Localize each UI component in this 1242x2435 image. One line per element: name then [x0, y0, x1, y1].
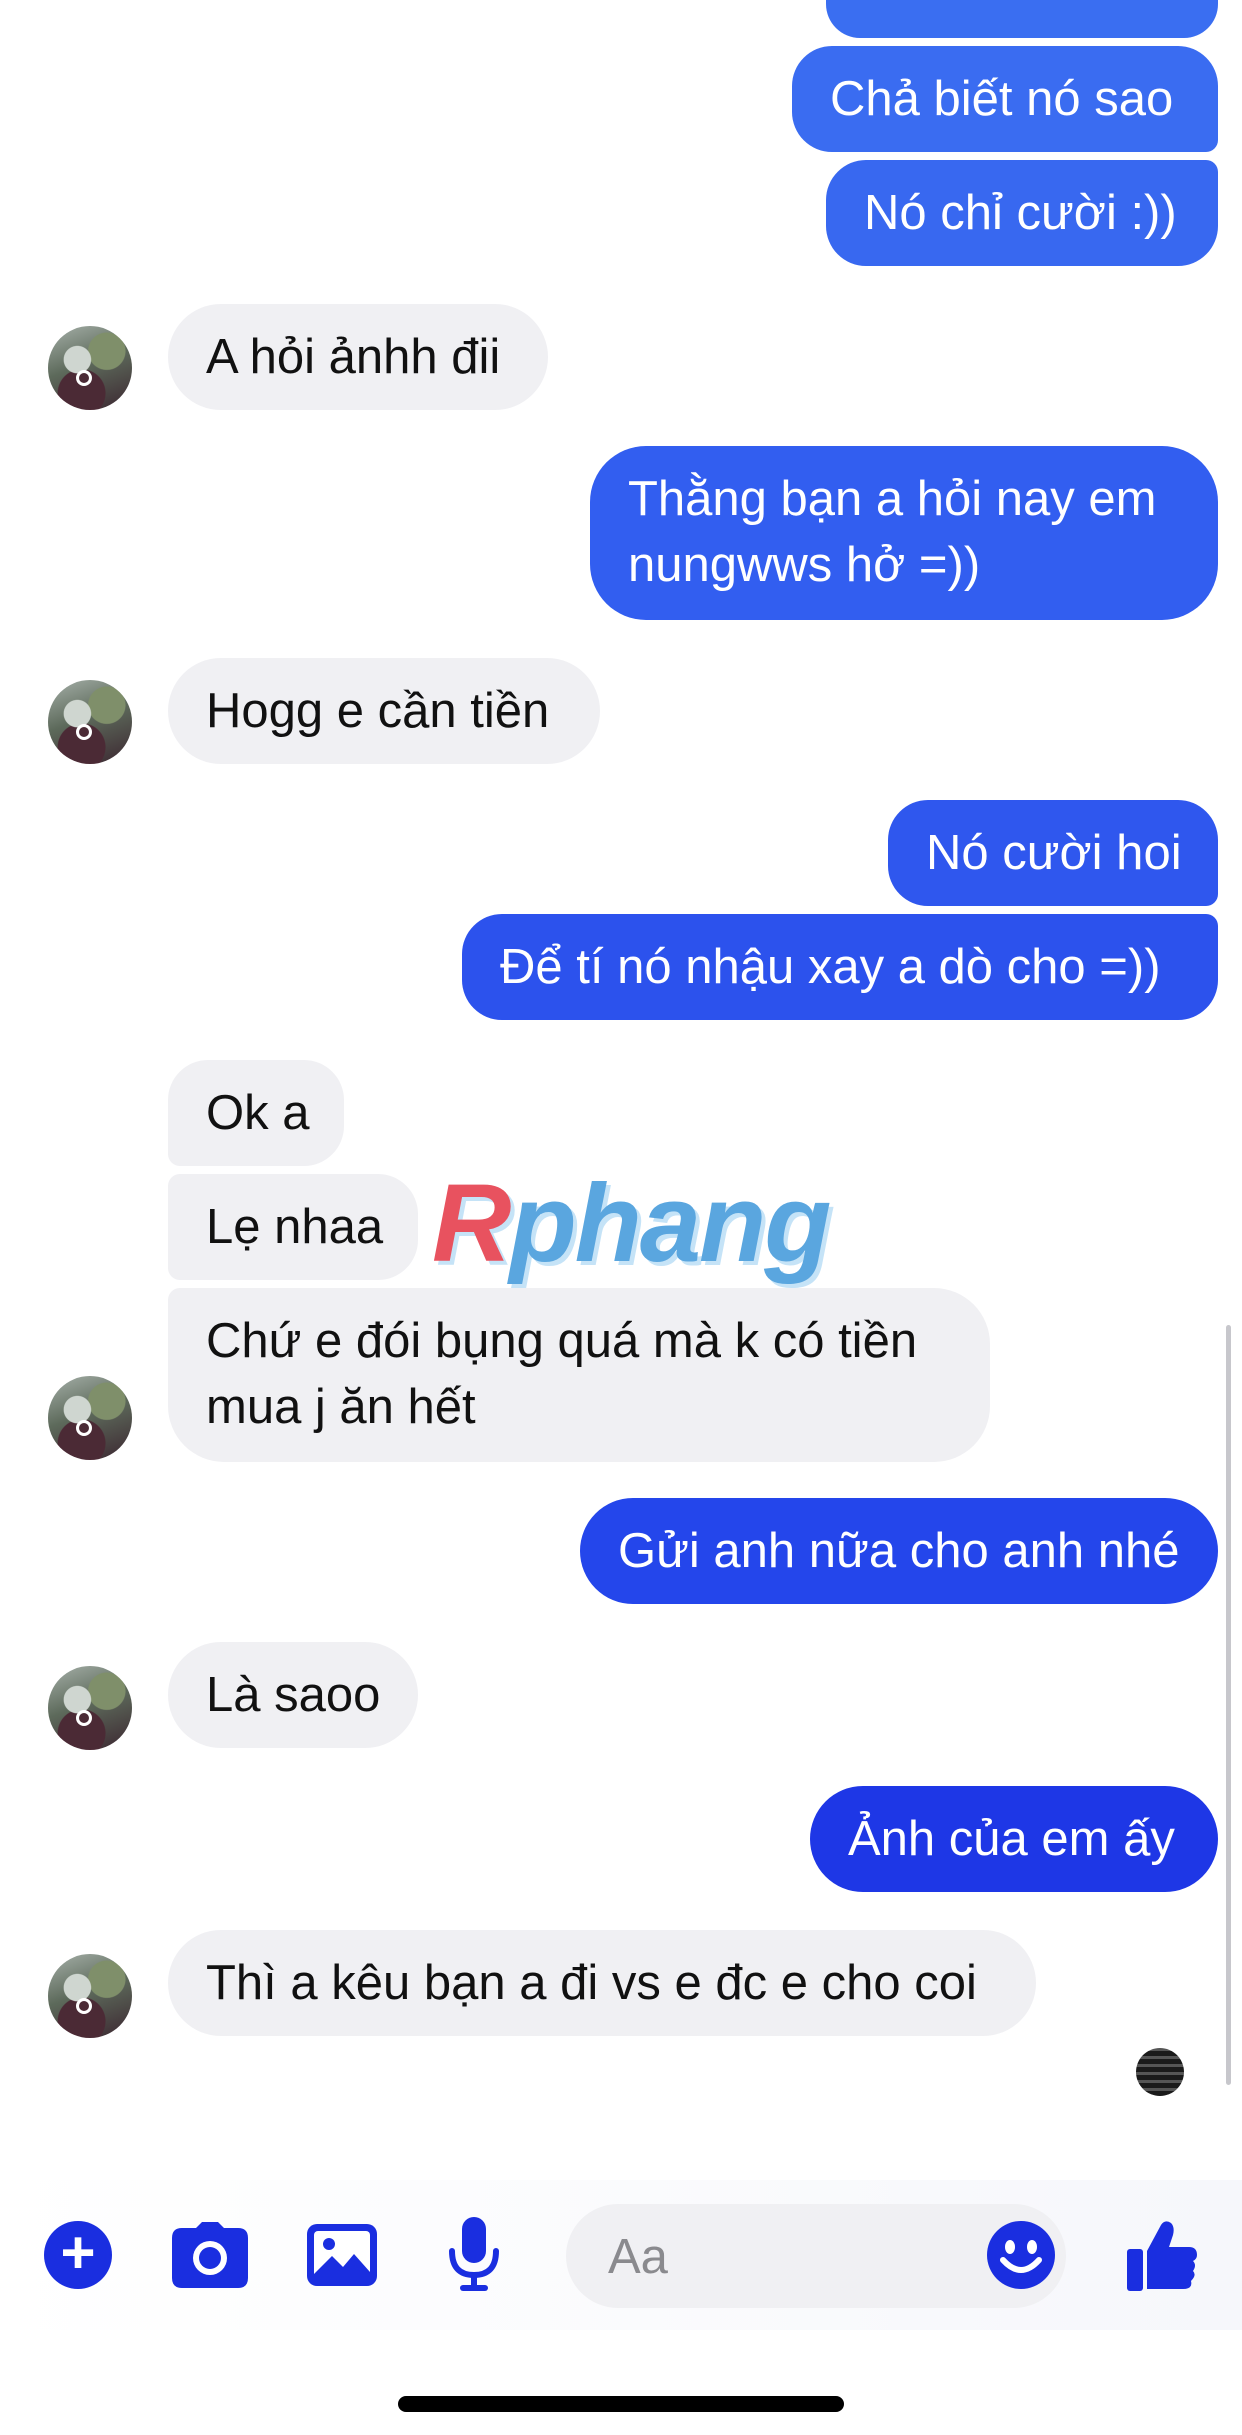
message-bubble-outgoing[interactable]: Thằng bạn a hỏi nay em nungwws hở =)): [590, 446, 1218, 620]
message-bubble-clipped[interactable]: [826, 0, 1218, 38]
contact-avatar[interactable]: [48, 1666, 132, 1750]
voice-button[interactable]: [434, 2215, 514, 2295]
plus-icon: +: [44, 2221, 112, 2289]
like-button[interactable]: [1122, 2215, 1202, 2295]
message-bubble-incoming[interactable]: Là saoo: [168, 1642, 418, 1748]
watermark-logo: Rphang: [432, 1162, 831, 1285]
microphone-icon: [449, 2217, 499, 2291]
message-line: Thằng bạn a hỏi nay em: [628, 472, 1157, 526]
message-bubble-incoming[interactable]: Lẹ nhaa: [168, 1174, 418, 1280]
gallery-button[interactable]: [302, 2215, 382, 2295]
contact-avatar[interactable]: [48, 1954, 132, 2038]
contact-avatar[interactable]: [48, 1376, 132, 1460]
scrollbar[interactable]: [1226, 1325, 1231, 2085]
avatar-badge-icon: [76, 1420, 92, 1436]
home-indicator[interactable]: [398, 2396, 844, 2412]
plus-button[interactable]: +: [38, 2215, 118, 2295]
avatar-badge-icon: [76, 370, 92, 386]
message-bubble-incoming[interactable]: Ok a: [168, 1060, 344, 1166]
message-bubble-outgoing[interactable]: Chả biết nó sao: [792, 46, 1218, 152]
image-icon: [307, 2224, 377, 2286]
message-thread[interactable]: Chả biết nó sao Nó chỉ cười :)) A hỏi ản…: [0, 0, 1242, 2170]
message-bubble-outgoing[interactable]: Để tí nó nhậu xay a dò cho =)): [462, 914, 1218, 1020]
message-line: nungwws hở =)): [628, 538, 981, 592]
message-bubble-incoming[interactable]: Hogg e cần tiền: [168, 658, 600, 764]
contact-avatar[interactable]: [48, 326, 132, 410]
message-bubble-incoming[interactable]: Chứ e đói bụng quá mà k có tiền mua j ăn…: [168, 1288, 990, 1462]
message-line: Chứ e đói bụng quá mà k có tiền: [206, 1314, 918, 1368]
camera-button[interactable]: [170, 2215, 250, 2295]
avatar-badge-icon: [76, 1710, 92, 1726]
message-bubble-outgoing[interactable]: Nó cười hoi: [888, 800, 1218, 906]
contact-avatar[interactable]: [48, 680, 132, 764]
seen-receipt-avatar: [1136, 2048, 1184, 2096]
message-bubble-incoming[interactable]: Thì a kêu bạn a đi vs e đc e cho coi: [168, 1930, 1036, 2036]
emoji-icon[interactable]: [986, 2220, 1056, 2290]
message-input[interactable]: [606, 2226, 930, 2288]
message-line: mua j ăn hết: [206, 1380, 476, 1434]
message-bubble-outgoing[interactable]: Gửi anh nữa cho anh nhé: [580, 1498, 1218, 1604]
avatar-badge-icon: [76, 724, 92, 740]
avatar-badge-icon: [76, 1998, 92, 2014]
thumbs-up-icon: [1127, 2221, 1197, 2291]
message-bubble-outgoing[interactable]: Nó chỉ cười :)): [826, 160, 1218, 266]
camera-icon: [172, 2222, 248, 2288]
message-bubble-incoming[interactable]: A hỏi ảnhh đii: [168, 304, 548, 410]
message-bubble-outgoing[interactable]: Ảnh của em ấy: [810, 1786, 1218, 1892]
